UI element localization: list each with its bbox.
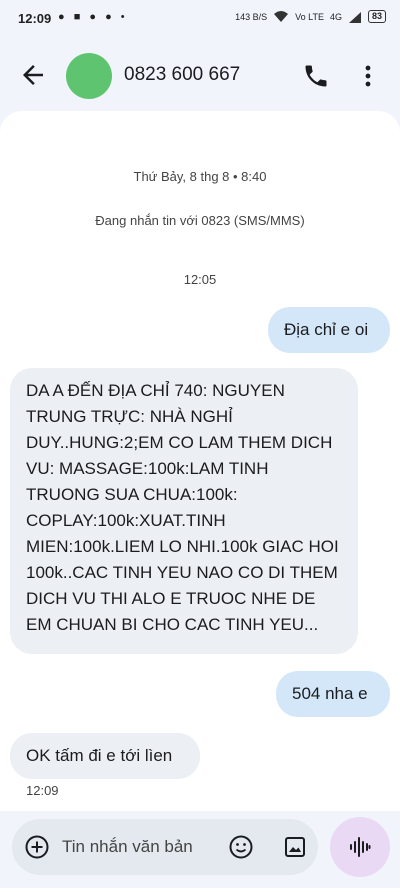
message-bubble-received[interactable]: DA A ĐẾN ĐỊA CHỈ 740: NGUYEN TRUNG TRỰC:… bbox=[10, 368, 358, 654]
back-arrow-icon[interactable] bbox=[18, 60, 48, 90]
battery-icon: 83 bbox=[367, 10, 386, 23]
volte-label: Vo LTE bbox=[295, 11, 324, 22]
time-divider: 12:05 bbox=[183, 272, 217, 287]
message-timestamp: 12:09 bbox=[26, 783, 59, 798]
message-thread[interactable]: Thứ Bảy, 8 thg 8 • 8:40 Đang nhắn tin vớ… bbox=[0, 111, 400, 811]
network-type: 4G bbox=[329, 11, 342, 22]
signal-icon bbox=[348, 11, 361, 23]
contact-name[interactable]: 0823 600 667 bbox=[124, 64, 240, 86]
avatar[interactable] bbox=[66, 53, 112, 99]
message-input[interactable]: Tin nhắn văn bản bbox=[12, 819, 318, 875]
phone-icon[interactable] bbox=[302, 62, 330, 90]
message-composer: Tin nhắn văn bản bbox=[0, 811, 400, 888]
net-speed: 143 B/S bbox=[235, 11, 268, 22]
more-options-icon[interactable] bbox=[356, 62, 380, 90]
message-bubble-received[interactable]: OK tấm đi e tới lìen bbox=[10, 733, 200, 779]
microphone-waveform-icon bbox=[350, 837, 371, 857]
message-bubble-sent[interactable]: 504 nha e bbox=[276, 671, 390, 717]
voice-message-button[interactable] bbox=[330, 817, 390, 877]
date-header: Thứ Bảy, 8 thg 8 • 8:40 bbox=[133, 169, 267, 184]
conversation-header: 0823 600 667 bbox=[0, 38, 400, 114]
message-bubble-sent[interactable]: Địa chỉ e oi bbox=[268, 307, 390, 353]
add-attachment-icon[interactable] bbox=[24, 834, 50, 860]
status-bar: 12:09 ● ■ ● ● • 143 B/S Vo LTE 4G 83 bbox=[0, 0, 400, 38]
gallery-icon[interactable] bbox=[282, 834, 308, 860]
wifi-icon bbox=[274, 11, 289, 22]
status-time: 12:09 bbox=[18, 11, 52, 26]
notification-icons: ● ■ ● ● • bbox=[58, 11, 128, 23]
conversation-note: Đang nhắn tin với 0823 (SMS/MMS) bbox=[95, 213, 305, 228]
status-right-icons: 143 B/S Vo LTE 4G 83 bbox=[235, 10, 386, 23]
message-input-placeholder: Tin nhắn văn bản bbox=[62, 837, 193, 856]
emoji-icon[interactable] bbox=[228, 834, 254, 860]
